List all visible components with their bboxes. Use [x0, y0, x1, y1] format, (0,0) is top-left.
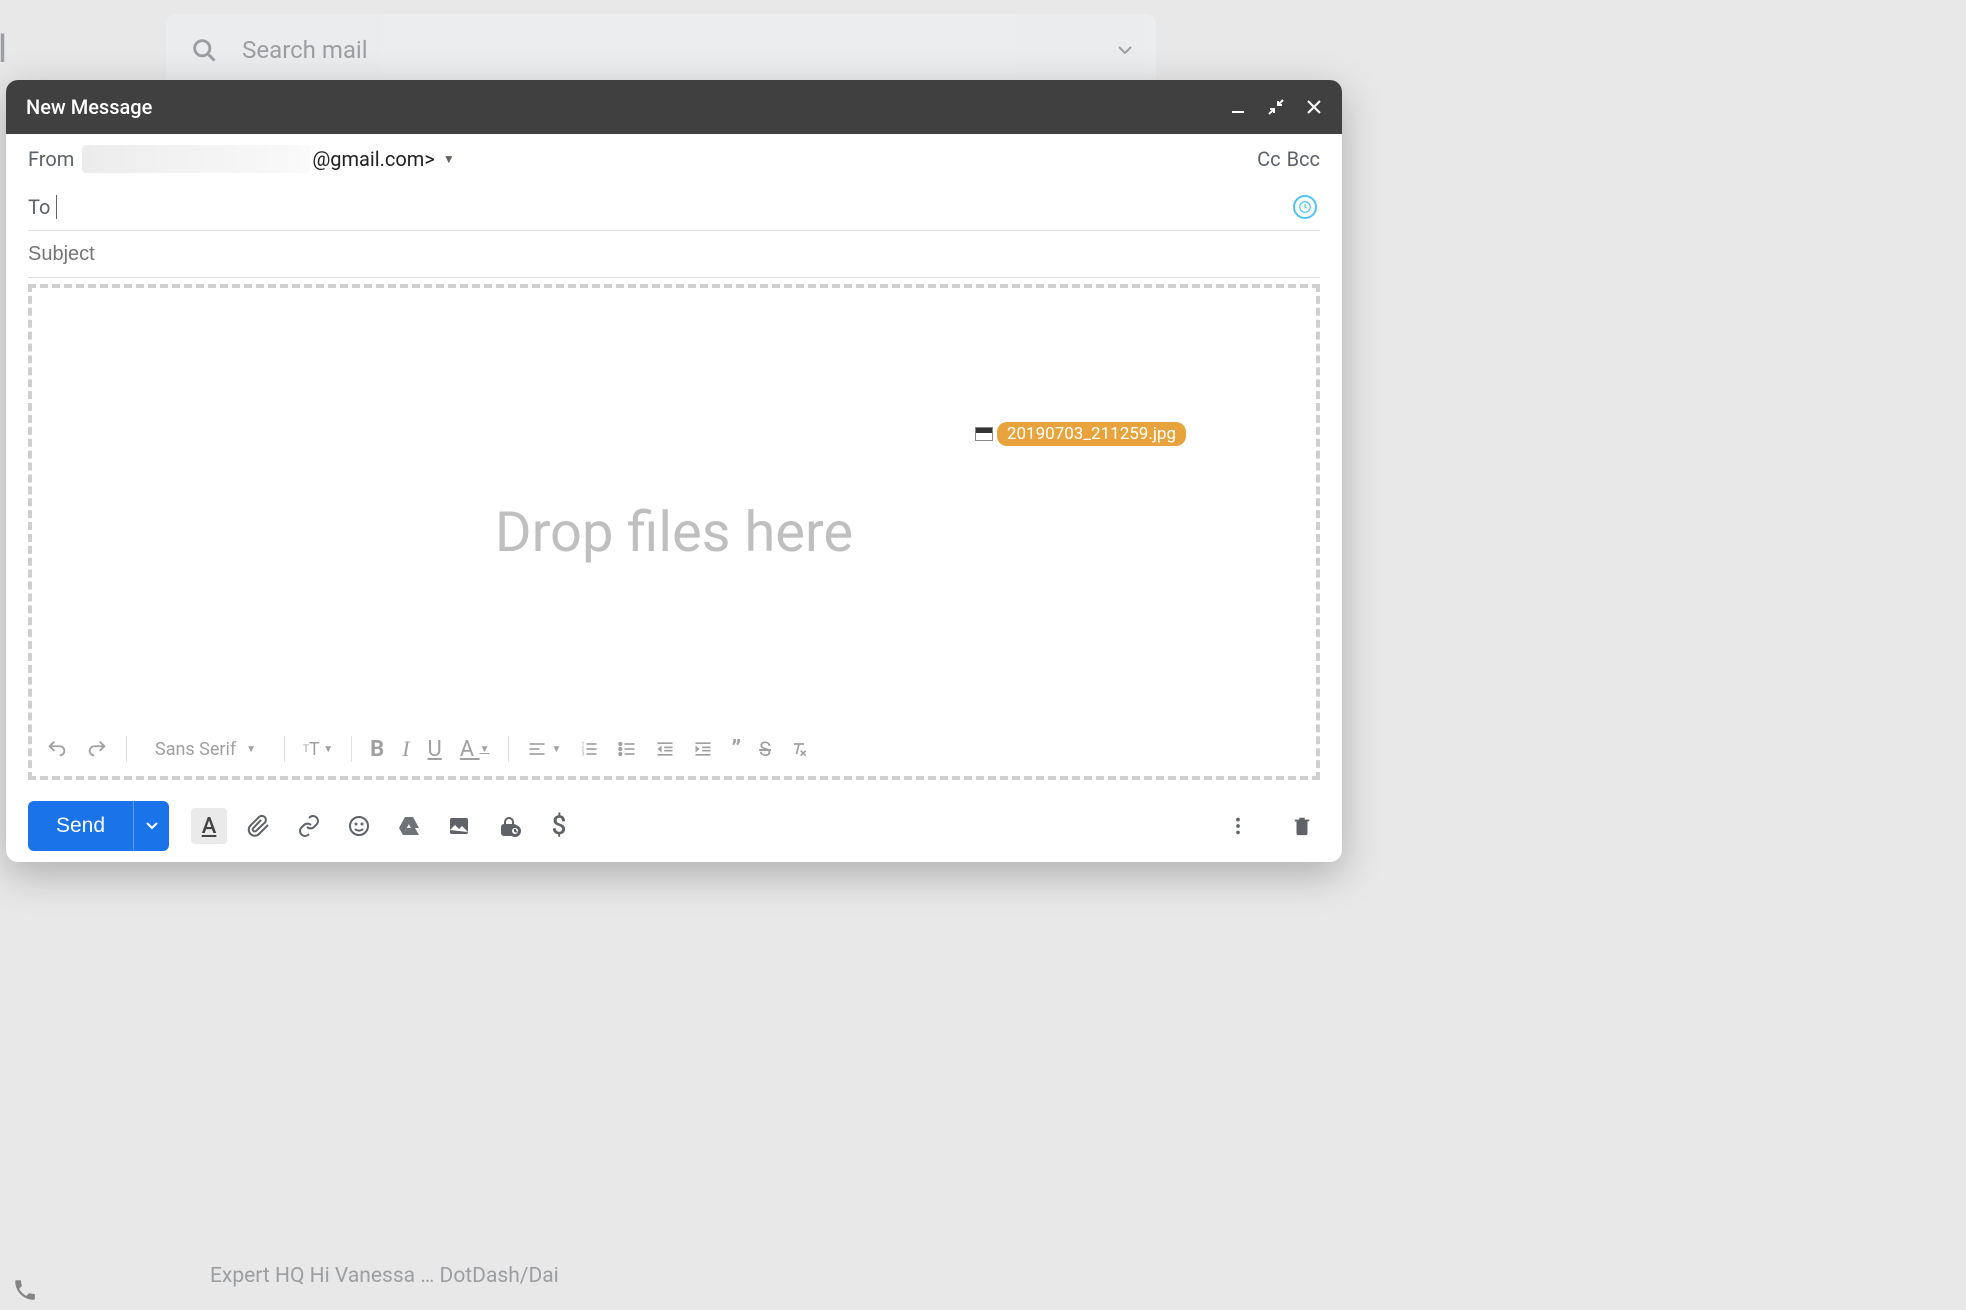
bullet-list-button[interactable]: [617, 739, 637, 759]
font-size-button[interactable]: TT ▼: [303, 739, 333, 760]
search-placeholder: Search mail: [242, 36, 367, 64]
formatting-toolbar: Sans Serif▼ TT ▼ B I U A ▼ ▼ 123 ” S: [32, 722, 922, 776]
subject-input[interactable]: [28, 243, 1320, 266]
svg-text:3: 3: [582, 752, 585, 758]
minimize-icon[interactable]: [1230, 99, 1246, 115]
undo-button[interactable]: [46, 738, 68, 760]
file-thumbnail-icon: [975, 427, 993, 441]
close-icon[interactable]: [1306, 99, 1322, 115]
remove-formatting-button[interactable]: [789, 739, 809, 759]
from-address-redacted: [82, 145, 310, 173]
send-options-button[interactable]: [133, 801, 169, 851]
align-button[interactable]: ▼: [527, 737, 562, 761]
discard-draft-button[interactable]: [1284, 815, 1320, 837]
dragged-filename: 20190703_211259.jpg: [997, 422, 1186, 446]
compose-titlebar[interactable]: New Message: [6, 80, 1342, 134]
compose-bottom-toolbar: Send A $: [6, 790, 1342, 862]
cc-button[interactable]: Cc: [1257, 147, 1281, 171]
dragged-file-chip[interactable]: 20190703_211259.jpg: [975, 422, 1186, 446]
gmail-logo-fragment: ail: [0, 28, 6, 72]
indent-less-button[interactable]: [655, 739, 675, 759]
quote-button[interactable]: ”: [731, 735, 741, 763]
insert-emoji-button[interactable]: [341, 814, 377, 838]
compose-title: New Message: [26, 95, 152, 119]
strikethrough-button[interactable]: S: [759, 737, 771, 761]
send-money-button[interactable]: $: [541, 811, 577, 841]
subject-field[interactable]: [28, 231, 1320, 277]
text-cursor: [56, 195, 57, 219]
to-label: To: [28, 195, 50, 219]
from-label: From: [28, 147, 74, 171]
italic-button[interactable]: I: [402, 736, 409, 762]
schedule-send-icon[interactable]: [1293, 195, 1317, 219]
dropzone-label: Drop files here: [495, 499, 853, 565]
confidential-mode-button[interactable]: [491, 814, 527, 838]
dropzone[interactable]: Drop files here 20190703_211259.jpg Sans…: [28, 284, 1320, 780]
indent-more-button[interactable]: [693, 739, 713, 759]
underline-button[interactable]: U: [428, 737, 442, 762]
to-field[interactable]: To: [28, 184, 1320, 230]
send-button[interactable]: Send: [28, 801, 133, 851]
compose-dialog: New Message From @gmail.com> ▼ Cc Bcc To: [6, 80, 1342, 862]
font-selector[interactable]: Sans Serif▼: [145, 739, 266, 760]
bold-button[interactable]: B: [370, 737, 384, 762]
formatting-options-button[interactable]: A: [191, 808, 227, 844]
numbered-list-button[interactable]: 123: [579, 739, 599, 759]
from-suffix: @gmail.com>: [312, 147, 434, 171]
from-field[interactable]: From @gmail.com> ▼ Cc Bcc: [28, 134, 1320, 184]
phone-icon[interactable]: [12, 1277, 38, 1310]
attach-file-button[interactable]: [241, 814, 277, 838]
text-color-button[interactable]: A ▼: [460, 737, 490, 762]
insert-link-button[interactable]: [291, 814, 327, 838]
search-options-dropdown-icon[interactable]: [1118, 46, 1132, 54]
exit-fullscreen-icon[interactable]: [1268, 99, 1284, 115]
search-bar[interactable]: Search mail: [166, 14, 1156, 86]
redo-button[interactable]: [86, 738, 108, 760]
insert-drive-button[interactable]: [391, 814, 427, 838]
search-icon: [190, 36, 218, 64]
background-inbox-row: Expert HQ Hi Vanessa … DotDash/Dai: [210, 1264, 559, 1288]
more-options-button[interactable]: [1220, 815, 1256, 837]
insert-photo-button[interactable]: [441, 814, 477, 838]
bcc-button[interactable]: Bcc: [1287, 147, 1320, 171]
from-dropdown-icon[interactable]: ▼: [443, 152, 455, 166]
chevron-down-icon: [146, 822, 158, 830]
